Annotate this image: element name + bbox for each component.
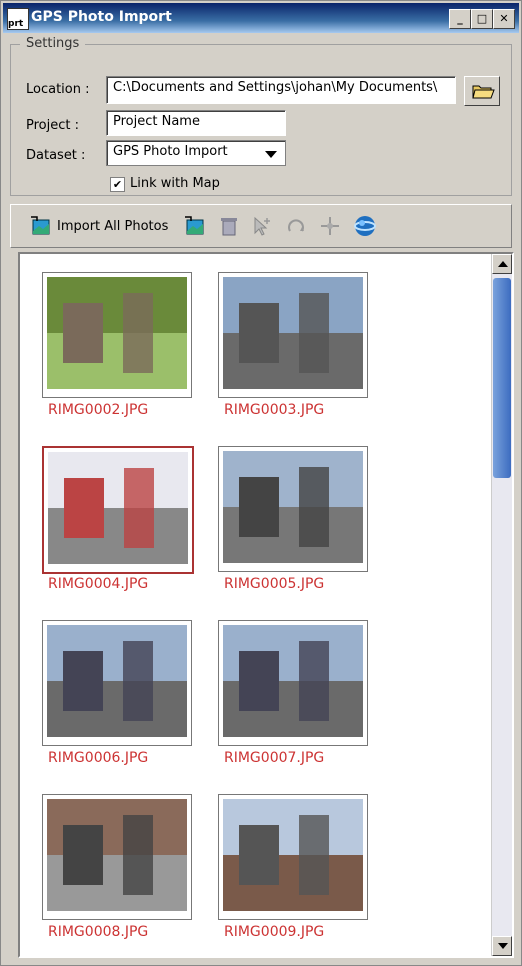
move-icon xyxy=(321,217,339,235)
globe-button[interactable] xyxy=(353,215,377,237)
select-icon xyxy=(254,216,270,236)
dataset-label: Dataset : xyxy=(26,148,86,163)
globe-icon xyxy=(354,216,376,236)
window-title: GPS Photo Import xyxy=(31,9,172,25)
app-icon[interactable]: prt xyxy=(7,8,29,30)
arrow-up-icon xyxy=(498,261,508,267)
rotate-icon xyxy=(288,219,304,232)
location-label: Location : xyxy=(26,82,90,97)
dataset-select[interactable]: GPS Photo Import xyxy=(106,140,286,166)
photo-image xyxy=(219,447,367,571)
import-photo-button[interactable] xyxy=(183,215,205,237)
title-bar[interactable]: prt GPS Photo Import _ □ ✕ xyxy=(3,3,519,33)
photo-thumbnail[interactable] xyxy=(42,794,192,920)
minimize-button[interactable]: _ xyxy=(449,9,471,29)
photo-filename: RIMG0006.JPG xyxy=(48,750,149,766)
vertical-scrollbar[interactable] xyxy=(491,254,512,956)
project-label: Project : xyxy=(26,118,79,133)
chevron-down-icon xyxy=(265,151,277,158)
app-icon-text: prt xyxy=(8,19,24,29)
photo-list[interactable]: RIMG0002.JPG RIMG0003.JPG RIMG0004.JPG RIMG… xyxy=(18,252,514,958)
photo-thumbnail[interactable] xyxy=(218,620,368,746)
photo-thumbnail[interactable] xyxy=(218,794,368,920)
photo-filename: RIMG0005.JPG xyxy=(224,576,325,592)
move-button[interactable] xyxy=(319,215,341,237)
arrow-down-icon xyxy=(498,943,508,949)
scroll-down-button[interactable] xyxy=(492,936,512,956)
rotate-button[interactable] xyxy=(285,215,307,237)
photo-filename: RIMG0003.JPG xyxy=(224,402,325,418)
photo-thumbnail[interactable] xyxy=(42,272,192,398)
photo-thumbnail[interactable] xyxy=(218,446,368,572)
delete-button[interactable] xyxy=(217,215,239,237)
photo-image xyxy=(219,621,367,745)
dataset-value: GPS Photo Import xyxy=(113,144,228,159)
import-photo-icon xyxy=(185,216,204,235)
photo-image xyxy=(44,448,192,572)
close-button[interactable]: ✕ xyxy=(493,9,515,29)
photo-filename: RIMG0004.JPG xyxy=(48,576,149,592)
photo-image xyxy=(219,273,367,397)
link-with-map-checkbox[interactable]: ✔ xyxy=(110,177,125,192)
scroll-up-button[interactable] xyxy=(492,254,512,274)
settings-legend: Settings xyxy=(20,36,86,51)
open-folder-icon xyxy=(472,85,495,99)
photo-image xyxy=(43,621,191,745)
photo-thumbnail[interactable] xyxy=(42,620,192,746)
photo-image xyxy=(43,273,191,397)
photo-filename: RIMG0008.JPG xyxy=(48,924,149,940)
photo-image xyxy=(219,795,367,919)
photo-thumbnail[interactable] xyxy=(42,446,194,574)
photo-filename: RIMG0002.JPG xyxy=(48,402,149,418)
photo-thumbnail[interactable] xyxy=(218,272,368,398)
import-all-icon xyxy=(31,216,50,235)
photo-filename: RIMG0009.JPG xyxy=(224,924,325,940)
toolbar: Import All Photos xyxy=(10,204,512,248)
browse-button[interactable] xyxy=(464,76,500,106)
select-button[interactable] xyxy=(251,215,273,237)
delete-icon xyxy=(221,218,237,236)
scroll-thumb[interactable] xyxy=(493,278,511,478)
photo-filename: RIMG0007.JPG xyxy=(224,750,325,766)
maximize-button[interactable]: □ xyxy=(471,9,493,29)
location-field[interactable]: C:\Documents and Settings\johan\My Docum… xyxy=(106,76,456,104)
photo-image xyxy=(43,795,191,919)
project-field[interactable]: Project Name xyxy=(106,110,286,136)
link-with-map-label: Link with Map xyxy=(130,176,220,191)
import-all-photos-button[interactable]: Import All Photos xyxy=(29,215,168,237)
import-all-label: Import All Photos xyxy=(57,218,169,234)
